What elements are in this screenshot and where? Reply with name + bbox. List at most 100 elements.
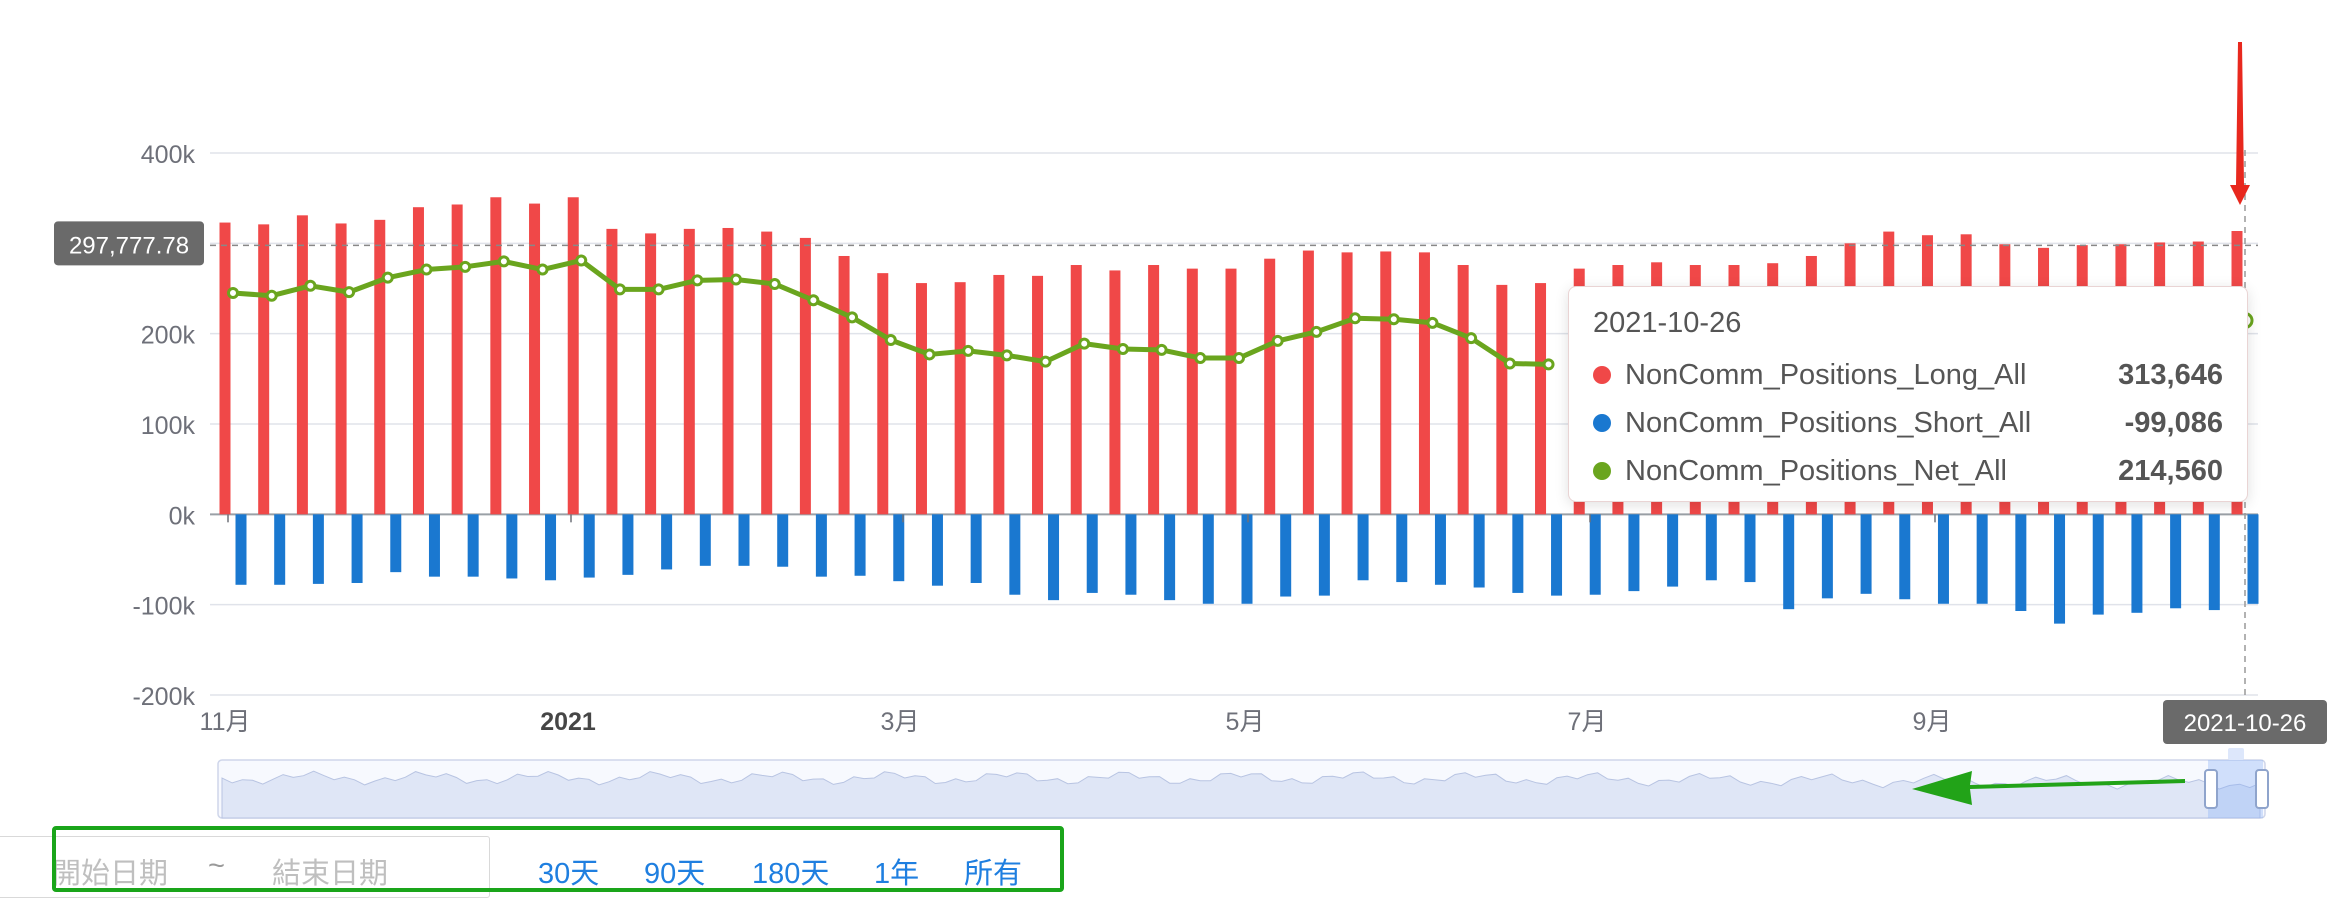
net-point — [1233, 352, 1245, 365]
bar-short — [545, 514, 557, 581]
net-point — [1194, 352, 1207, 365]
y-tick-label: -200k — [132, 683, 195, 711]
red-arrow-annotation — [2230, 42, 2250, 205]
bar-long — [335, 223, 347, 515]
bar-long — [1148, 265, 1160, 515]
net-point — [304, 279, 317, 292]
tooltip-row-long: NonComm_Positions_Long_All 313,646 — [1593, 351, 2223, 399]
x-tick-label: 3月 — [881, 708, 920, 736]
bar-short — [1125, 514, 1137, 595]
tooltip-row-short: NonComm_Positions_Short_All -99,086 — [1593, 399, 2223, 447]
bar-long — [722, 227, 734, 515]
bar-long — [683, 228, 695, 515]
bar-long — [1109, 270, 1121, 515]
bar-long — [1186, 268, 1198, 515]
x-tick-label: 5月 — [1226, 708, 1265, 736]
crosshair-y-label: 297,777.78 — [69, 232, 189, 259]
bar-short — [622, 514, 634, 575]
bar-long — [296, 215, 308, 515]
datazoom-handle-left — [2204, 769, 2218, 809]
net-point — [420, 263, 433, 276]
bar-long — [374, 219, 386, 515]
bar-short — [931, 514, 943, 586]
bar-long — [1264, 258, 1276, 515]
series-marker-icon — [1593, 414, 1611, 432]
bar-short — [1744, 514, 1756, 583]
bar-short — [1976, 514, 1988, 604]
bar-short — [1396, 514, 1408, 583]
bar-short — [390, 514, 402, 573]
bar-long — [1032, 275, 1044, 515]
net-point — [497, 255, 510, 268]
bar-short — [467, 514, 479, 577]
bar-long — [838, 255, 850, 515]
bar-short — [815, 514, 827, 577]
bar-short — [1202, 514, 1214, 604]
bar-short — [738, 514, 750, 566]
bar-short — [583, 514, 595, 578]
bar-long — [915, 283, 927, 515]
net-point — [613, 283, 626, 296]
net-point — [1000, 349, 1013, 362]
bar-long — [799, 237, 811, 515]
bar-long — [1457, 265, 1469, 515]
net-point — [575, 254, 588, 267]
bar-short — [2131, 514, 2143, 613]
bar-long — [645, 233, 657, 515]
bar-long — [1496, 284, 1508, 515]
tooltip-row-net: NonComm_Positions_Net_All 214,560 — [1593, 447, 2223, 495]
bar-short — [854, 514, 866, 576]
bar-short — [1086, 514, 1098, 593]
net-point — [1078, 337, 1091, 350]
net-point — [1271, 334, 1284, 347]
series-marker-icon — [1593, 366, 1611, 384]
net-point — [807, 294, 820, 307]
bar-short — [428, 514, 440, 577]
bar-long — [1535, 283, 1547, 515]
chart-root: 400k 200k 100k 0k -100k -200k 11月 2021 3月 5月 7月 9月 2… — [0, 0, 2335, 915]
net-point — [1542, 358, 1555, 371]
net-point — [730, 273, 742, 286]
bar-short — [1667, 514, 1679, 587]
bar-short — [1899, 514, 1911, 600]
bar-short — [1821, 514, 1833, 599]
bar-long — [1302, 250, 1314, 515]
net-point — [343, 286, 356, 299]
datazoom-handle-right — [2255, 769, 2269, 809]
net-point — [265, 289, 278, 302]
net-point — [691, 274, 704, 287]
bar-short — [1937, 514, 1949, 604]
bar-short — [893, 514, 905, 582]
tooltip: 2021-10-26 NonComm_Positions_Long_All 31… — [1568, 286, 2248, 502]
net-point — [846, 311, 859, 324]
net-point — [1116, 343, 1129, 356]
x-tick-label: 9月 — [1913, 708, 1952, 736]
bar-long — [219, 222, 231, 515]
range-90d-button[interactable]: 90天 — [644, 850, 705, 892]
bar-long — [529, 203, 541, 515]
tooltip-series-name: NonComm_Positions_Long_All — [1625, 358, 2027, 391]
bar-short — [351, 514, 363, 583]
net-point — [652, 283, 665, 296]
bar-short — [1473, 514, 1485, 588]
range-all-button[interactable]: 所有 — [964, 850, 1022, 892]
bar-short — [1783, 514, 1795, 610]
bar-short — [312, 514, 324, 584]
y-tick-label: 200k — [141, 322, 196, 350]
bar-short — [2208, 514, 2220, 611]
net-point — [923, 348, 936, 361]
bar-long — [1380, 251, 1392, 515]
series-marker-icon — [1593, 462, 1611, 480]
tooltip-series-name: NonComm_Positions_Short_All — [1625, 406, 2032, 439]
net-point — [1155, 343, 1168, 356]
net-point — [1465, 332, 1478, 345]
net-point — [227, 287, 239, 300]
range-30d-button[interactable]: 30天 — [538, 850, 599, 892]
bar-short — [2015, 514, 2027, 611]
y-tick-label: 0k — [169, 502, 196, 530]
bar-long — [1341, 252, 1353, 515]
bar-short — [1589, 514, 1601, 595]
bar-short — [2170, 514, 2182, 609]
range-180d-button[interactable]: 180天 — [752, 850, 829, 892]
range-1y-button[interactable]: 1年 — [874, 850, 919, 892]
